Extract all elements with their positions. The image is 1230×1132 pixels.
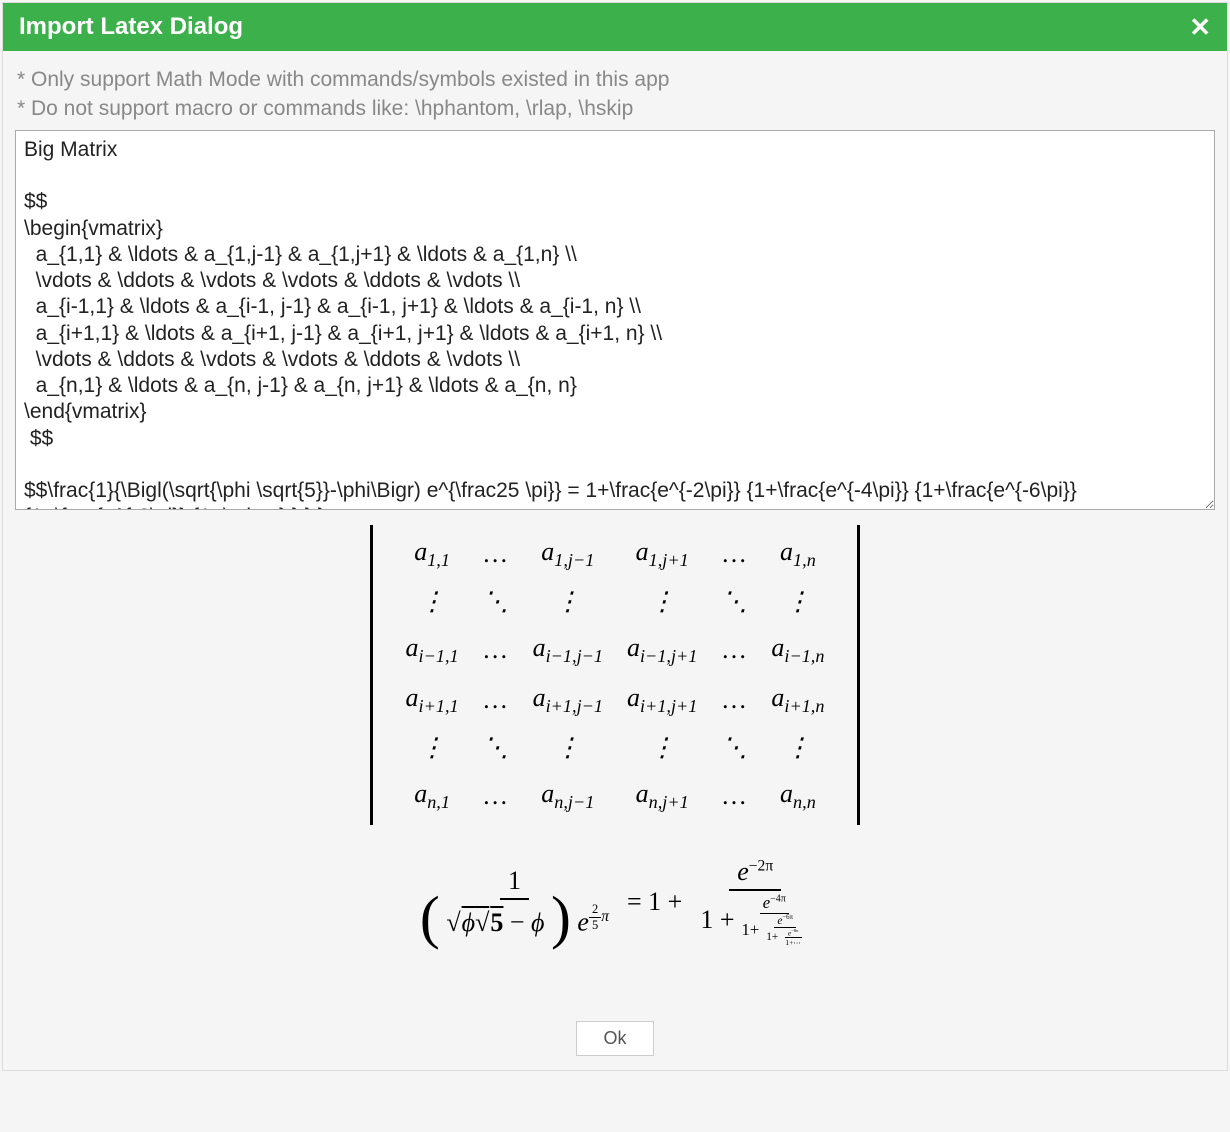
matrix-cell: … [720, 679, 748, 721]
matrix-cell: ai+1,n [770, 679, 825, 721]
matrix-cell: an,j−1 [532, 774, 604, 816]
matrix-cell: … [482, 628, 510, 670]
matrix-row: ⋮ ⋱ ⋮ ⋮ ⋱ ⋮ [405, 729, 826, 766]
matrix-preview: a1,1…a1,j−1a1,j+1…a1,n⋮⋱⋮⋮⋱⋮ai−1,1…ai−1,… [360, 525, 871, 825]
matrix-row: a1,1 … a1,j−1 a1,j+1 … a1,n [405, 533, 826, 575]
matrix-cell: ⋮ [626, 729, 698, 766]
matrix-cell: ai−1,1 [405, 628, 460, 670]
matrix-cell: … [720, 533, 748, 575]
matrix-cell: a1,j−1 [532, 533, 604, 575]
matrix-cell: ai+1,j+1 [626, 679, 698, 721]
matrix-row: an,1 … an,j−1 an,j+1 … an,n [405, 774, 826, 816]
help-text: * Only support Math Mode with commands/s… [3, 51, 1227, 130]
matrix-cell: a1,1 [405, 533, 460, 575]
matrix-cell: ⋱ [482, 729, 510, 766]
matrix-cell: … [482, 679, 510, 721]
matrix-row: ⋮ ⋱ ⋮ ⋮ ⋱ ⋮ [405, 583, 826, 620]
equation-preview: 1 ( 5 − ) e25 = 1 + e−2π 1 + e−4π [412, 855, 818, 949]
matrix-cell: … [720, 628, 748, 670]
matrix-row: ai+1,1 … ai+1,j−1 ai+1,j+1 … ai+1,n [405, 679, 826, 721]
matrix-left-bar [370, 525, 373, 825]
matrix-cell: ai+1,1 [405, 679, 460, 721]
dialog-title: Import Latex Dialog [19, 13, 243, 41]
matrix-cell: … [482, 774, 510, 816]
matrix-cell: ⋮ [770, 583, 825, 620]
matrix-cell: ai−1,n [770, 628, 825, 670]
matrix-cell: ai−1,j+1 [626, 628, 698, 670]
right-paren-icon: ) [551, 884, 571, 950]
matrix-cell: … [720, 774, 748, 816]
sqrt-content: 5 [461, 908, 504, 937]
eq-sign: = 1 + [627, 887, 682, 917]
help-line-2: * Do not support macro or commands like:… [17, 94, 1213, 123]
matrix-cell: an,j+1 [626, 774, 698, 816]
ok-button[interactable]: Ok [576, 1021, 653, 1056]
matrix-cell: a1,n [770, 533, 825, 575]
preview-pane: a1,1…a1,j−1a1,j+1…a1,n⋮⋱⋮⋮⋱⋮ai−1,1…ai−1,… [3, 515, 1227, 1015]
dialog-titlebar: Import Latex Dialog ✕ [3, 3, 1227, 51]
matrix-cell: ⋮ [405, 729, 460, 766]
rhs-fraction-level-1: e−2π 1 + e−4π 1+ e−6π 1+ e [692, 855, 818, 949]
minus-phi: − [510, 908, 545, 937]
matrix-cell: ⋮ [532, 729, 604, 766]
import-latex-dialog: Import Latex Dialog ✕ * Only support Mat… [2, 2, 1228, 1071]
matrix-cell: ⋮ [405, 583, 460, 620]
rhs-fraction-level-2: e−4π 1+ e−6π 1+ e−8π 1+⋯ [739, 893, 811, 947]
matrix-cell: ⋱ [720, 583, 748, 620]
matrix-cell: an,n [770, 774, 825, 816]
lhs-fraction: 1 ( 5 − ) e25 [412, 864, 617, 940]
matrix-cell: a1,j+1 [626, 533, 698, 575]
lhs-numerator: 1 [500, 864, 529, 900]
inner-sqrt-icon [475, 908, 489, 937]
matrix-right-bar [857, 525, 860, 825]
lhs-exponent: 25 [589, 908, 609, 925]
rhs-fraction-level-3: e−6π 1+ e−8π 1+⋯ [763, 914, 807, 947]
matrix-table: a1,1…a1,j−1a1,j+1…a1,n⋮⋱⋮⋮⋱⋮ai−1,1…ai−1,… [383, 525, 848, 825]
matrix-row: ai−1,1 … ai−1,j−1 ai−1,j+1 … ai−1,n [405, 628, 826, 670]
matrix-cell: … [482, 533, 510, 575]
sqrt-icon [446, 908, 460, 937]
latex-input[interactable] [15, 130, 1215, 510]
help-line-1: * Only support Math Mode with commands/s… [17, 65, 1213, 94]
e-base: e [577, 908, 589, 937]
matrix-cell: ⋮ [532, 583, 604, 620]
lhs-denominator: ( 5 − ) e25 [412, 900, 617, 940]
matrix-cell: ⋱ [482, 583, 510, 620]
matrix-cell: ai+1,j−1 [532, 679, 604, 721]
matrix-cell: ⋮ [770, 729, 825, 766]
matrix-cell: ⋮ [626, 583, 698, 620]
close-icon[interactable]: ✕ [1189, 14, 1211, 40]
matrix-cell: ai−1,j−1 [532, 628, 604, 670]
matrix-cell: ⋱ [720, 729, 748, 766]
left-paren-icon: ( [420, 884, 440, 950]
matrix-cell: an,1 [405, 774, 460, 816]
rhs-fraction-level-4: e−8π 1+⋯ [782, 928, 804, 948]
dialog-footer: Ok [3, 1015, 1227, 1070]
